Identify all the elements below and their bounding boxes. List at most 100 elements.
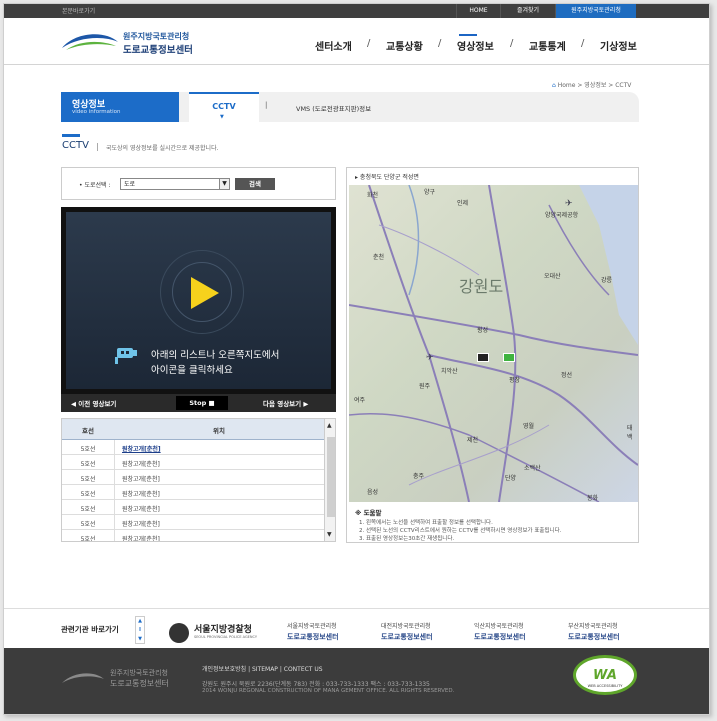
table-header: 호선 위치 bbox=[62, 419, 324, 440]
cell-route: 5호선 bbox=[80, 491, 96, 498]
logo-title-line1[interactable]: 원주지방국토관리청 bbox=[123, 31, 189, 42]
stop-button[interactable]: Stop ■ bbox=[176, 396, 228, 410]
footer-address: 강원도 원주시 북원로 2236(단계동 783) 전화 : 033-733-1… bbox=[202, 681, 430, 688]
cell-location-link[interactable]: 원창고개[춘천] bbox=[122, 504, 160, 513]
map-place-label: 여주 bbox=[354, 397, 366, 404]
page-frame: 본문바로가기 HOME 즐겨찾기 원주지방국토관리청 원주지방국토관리청 도로교… bbox=[3, 3, 710, 715]
page-description: 국도상의 영상정보를 실시간으로 제공합니다. bbox=[106, 145, 219, 152]
help-title: ※ 도움말 bbox=[355, 509, 382, 517]
related-sites-bar: 관련기관 바로가기 ▲ ll ▼ 서울지방경찰청 SEOUL PROVINCIA… bbox=[4, 608, 709, 648]
map-place-label: 평창 bbox=[509, 377, 521, 384]
breadcrumb-text: Home > 영상정보 > CCTV bbox=[557, 82, 632, 89]
related-org-center[interactable]: 도로교통정보센터 bbox=[287, 632, 339, 642]
table-scrollbar[interactable]: ▲ ▼ bbox=[324, 419, 335, 541]
road-select[interactable]: 도로 ▼ bbox=[120, 178, 230, 190]
org-home-link[interactable]: 원주지방국토관리청 bbox=[556, 4, 636, 18]
cctv-map-marker[interactable] bbox=[477, 353, 489, 362]
map-place-label: 인제 bbox=[457, 200, 469, 207]
video-screen[interactable]: 아래의 리스트나 오른쪽지도에서 아이콘을 클릭하세요 bbox=[66, 212, 331, 389]
map-place-label: 춘천 bbox=[373, 254, 385, 261]
cctv-camera-icon bbox=[115, 348, 137, 364]
related-org-name[interactable]: 대전지방국토관리청 bbox=[381, 621, 431, 630]
column-header-route: 호선 bbox=[82, 427, 94, 435]
cell-divider bbox=[114, 455, 115, 470]
prev-video-button[interactable]: ◀ 이전 영상보기 bbox=[71, 398, 116, 408]
next-video-button[interactable]: 다음 영상보기 ▶ bbox=[263, 398, 308, 408]
related-org-name[interactable]: 서울지방국토관리청 bbox=[287, 621, 337, 630]
header-divider bbox=[4, 64, 709, 65]
table-row[interactable]: 5호선 원창고개[춘천] bbox=[62, 485, 324, 500]
map-place-label: 강릉 bbox=[601, 277, 613, 284]
table-row[interactable]: 5호선 원창고개[춘천] bbox=[62, 470, 324, 485]
related-org-name[interactable]: 익산지방국토관리청 bbox=[474, 621, 524, 630]
table-row[interactable]: 5호선 원창고개[춘천] bbox=[62, 500, 324, 515]
cctv-map[interactable]: 강원도 화천 양구 인제 양양국제공항 춘천 오대산 강릉 횡성 원주 치악산 … bbox=[349, 185, 638, 502]
cell-location-link[interactable]: 원창고개[춘천] bbox=[122, 444, 161, 453]
cell-divider bbox=[114, 515, 115, 530]
related-org-name[interactable]: 부산지방국토관리청 bbox=[568, 621, 618, 630]
nav-separator: / bbox=[581, 38, 585, 49]
related-sites-scroller[interactable]: ▲ ll ▼ bbox=[135, 616, 145, 644]
cell-location-link[interactable]: 원창고개[춘천] bbox=[122, 459, 160, 468]
play-icon[interactable] bbox=[191, 277, 219, 309]
tab-vms[interactable]: VMS (도로전광표지판)정보 bbox=[296, 103, 371, 113]
scrollbar-thumb[interactable] bbox=[327, 437, 335, 517]
favorites-link[interactable]: 즐겨찾기 bbox=[500, 4, 556, 18]
map-place-label: 음성 bbox=[367, 489, 379, 496]
map-place-label: 원주 bbox=[419, 383, 431, 390]
tab-cctv[interactable]: CCTV ▼ bbox=[189, 92, 259, 122]
map-place-label: 횡성 bbox=[477, 327, 489, 334]
pause-icon[interactable]: ll bbox=[136, 626, 144, 635]
footer-links[interactable]: 개인정보보호방침 | SITEMAP | CONTECT US bbox=[202, 664, 323, 673]
cell-route: 5호선 bbox=[80, 461, 96, 468]
map-location-title: ▸ 충청북도 단양군 적성면 bbox=[355, 174, 419, 181]
nav-traffic-stats[interactable]: 교통통계 bbox=[529, 38, 566, 53]
column-header-location: 위치 bbox=[213, 427, 225, 435]
table-row[interactable]: 5호선 원창고개[춘천] bbox=[62, 440, 324, 455]
table-row[interactable]: 5호선 원창고개[춘천] bbox=[62, 455, 324, 470]
police-site-subtitle: SEOUL PROVINCIAL POLICE AGENCY bbox=[194, 635, 258, 639]
wa-mark: WA bbox=[593, 668, 617, 683]
cell-divider bbox=[114, 485, 115, 500]
logo-swoosh-icon[interactable] bbox=[60, 30, 120, 52]
cell-location-link[interactable]: 원창고개[춘천] bbox=[122, 474, 160, 483]
cell-route: 5호선 bbox=[80, 446, 96, 453]
related-org-center[interactable]: 도로교통정보센터 bbox=[381, 632, 433, 642]
table-row[interactable]: 5호선 원창고개[춘천] bbox=[62, 530, 324, 542]
chevron-down-icon[interactable]: ▼ bbox=[327, 531, 332, 538]
nav-video-info[interactable]: 영상정보 bbox=[457, 38, 494, 53]
map-panel: ▸ 충청북도 단양군 적성면 강원도 화천 양구 인제 양양국제공항 춘천 오대… bbox=[346, 167, 639, 543]
map-place-label: 양양국제공항 bbox=[545, 212, 579, 219]
skip-to-content-link[interactable]: 본문바로가기 bbox=[62, 6, 95, 15]
police-site-link[interactable]: 서울지방경찰청 bbox=[194, 622, 252, 635]
help-item: 1. 왼쪽에서는 노선을 선택하여 표출할 정보를 선택합니다. bbox=[359, 520, 493, 526]
search-button[interactable]: 검색 bbox=[235, 178, 275, 190]
logo-title-line2[interactable]: 도로교통정보센터 bbox=[123, 42, 193, 56]
chevron-down-icon[interactable]: ▼ bbox=[219, 179, 229, 189]
airport-icon: ✈ bbox=[426, 353, 434, 363]
chevron-down-icon[interactable]: ▼ bbox=[136, 635, 144, 644]
tab-cctv-label: CCTV bbox=[212, 102, 236, 111]
table-row[interactable]: 5호선 원창고개[춘천] bbox=[62, 515, 324, 530]
map-place-label: 제천 bbox=[467, 437, 479, 444]
map-place-label: 정선 bbox=[561, 372, 573, 379]
cell-location-link[interactable]: 원창고개[춘천] bbox=[122, 534, 160, 541]
related-org-center[interactable]: 도로교통정보센터 bbox=[568, 632, 620, 642]
chevron-up-icon[interactable]: ▲ bbox=[327, 422, 332, 429]
map-place-label: 영월 bbox=[523, 423, 535, 430]
nav-center-intro[interactable]: 센터소개 bbox=[315, 38, 352, 53]
cctv-map-marker-active[interactable] bbox=[503, 353, 515, 362]
chevron-up-icon[interactable]: ▲ bbox=[136, 617, 144, 626]
breadcrumb: ⌂ Home > 영상정보 > CCTV bbox=[552, 80, 631, 89]
nav-weather-info[interactable]: 기상정보 bbox=[600, 38, 637, 53]
related-org-center[interactable]: 도로교통정보센터 bbox=[474, 632, 526, 642]
map-place-label: 오대산 bbox=[544, 273, 561, 280]
cell-location-link[interactable]: 원창고개[춘천] bbox=[122, 489, 160, 498]
video-player[interactable]: 아래의 리스트나 오른쪽지도에서 아이콘을 클릭하세요 bbox=[61, 207, 336, 394]
page-title-accent bbox=[62, 134, 80, 137]
police-badge-icon[interactable] bbox=[169, 623, 189, 643]
home-link[interactable]: HOME bbox=[456, 4, 500, 18]
cell-location-link[interactable]: 원창고개[춘천] bbox=[122, 519, 160, 528]
nav-traffic-status[interactable]: 교통상황 bbox=[386, 38, 423, 53]
cell-route: 5호선 bbox=[80, 536, 96, 542]
